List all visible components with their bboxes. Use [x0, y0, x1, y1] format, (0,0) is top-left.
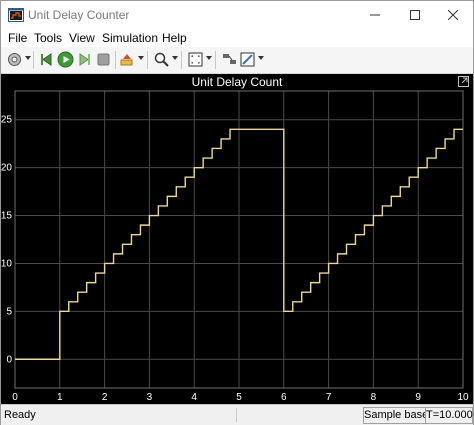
minimize-icon	[370, 14, 380, 16]
y-tick-label: 20	[1, 163, 12, 174]
zoom-dropdown-icon[interactable]	[172, 56, 178, 60]
plot-title: Unit Delay Count	[191, 75, 283, 89]
y-tick-label: 0	[6, 354, 12, 365]
toolbar-separator	[147, 51, 148, 69]
x-tick-label: 9	[415, 392, 421, 403]
toolbar-separator	[33, 51, 34, 69]
x-tick-label: 8	[371, 392, 377, 403]
x-tick-label: 5	[236, 392, 242, 403]
menu-simulation[interactable]: Simulation	[102, 31, 158, 45]
toolbar-separator	[115, 51, 116, 69]
highlight-dropdown-icon[interactable]	[138, 56, 144, 60]
step-back-icon[interactable]	[38, 51, 55, 68]
y-tick-label: 10	[1, 258, 12, 269]
undock-icon[interactable]	[458, 76, 469, 87]
x-tick-label: 2	[102, 392, 108, 403]
menu-help[interactable]: Help	[162, 31, 187, 45]
scope-display[interactable]: 0 1 2 3 4 5 6 7 8 9 10 0 5 10 15 20 25 Unit Delay Count	[1, 74, 473, 404]
menu-tools[interactable]: Tools	[34, 31, 62, 45]
y-tick-label: 25	[1, 115, 12, 126]
zoom-icon[interactable]	[153, 51, 170, 68]
status-sample-mode: Sample based	[363, 407, 434, 424]
x-tick-label: 0	[12, 392, 18, 403]
x-tick-label: 10	[457, 392, 469, 403]
status-bar: Ready Sample based T=10.000	[1, 404, 473, 425]
toolbar-separator	[181, 51, 182, 69]
menu-file[interactable]: File	[8, 31, 27, 45]
close-button[interactable]	[433, 1, 473, 29]
style-icon[interactable]	[239, 51, 256, 68]
y-tick-label: 15	[1, 211, 12, 222]
highlight-icon[interactable]	[119, 51, 136, 68]
run-icon[interactable]	[57, 51, 74, 68]
status-divider	[236, 408, 237, 422]
fit-axes-icon[interactable]	[187, 51, 204, 68]
window-title: Unit Delay Counter	[28, 8, 130, 22]
y-tick-label: 5	[6, 306, 12, 317]
toolbar-separator	[215, 51, 216, 69]
fit-axes-dropdown-icon[interactable]	[206, 56, 212, 60]
stop-icon[interactable]	[95, 51, 112, 68]
cursor-icon[interactable]	[221, 51, 238, 68]
scope-plot[interactable]: 0 1 2 3 4 5 6 7 8 9 10 0 5 10 15 20 25	[1, 74, 473, 404]
menu-bar: File Tools View Simulation Help	[1, 29, 473, 47]
maximize-icon	[410, 10, 420, 20]
style-dropdown-icon[interactable]	[258, 56, 264, 60]
settings-dropdown-icon[interactable]	[25, 56, 31, 60]
maximize-button[interactable]	[395, 1, 435, 29]
x-tick-label: 7	[326, 392, 332, 403]
x-tick-label: 4	[191, 392, 197, 403]
simulink-scope-icon	[8, 8, 24, 22]
scope-window: Unit Delay Counter File Tools View Simul…	[0, 0, 474, 425]
x-tick-label: 3	[147, 392, 153, 403]
x-tick-label: 6	[281, 392, 287, 403]
settings-icon[interactable]	[6, 51, 23, 68]
title-bar[interactable]: Unit Delay Counter	[1, 1, 473, 29]
menu-view[interactable]: View	[69, 31, 95, 45]
status-sim-time: T=10.000	[425, 407, 473, 424]
status-ready: Ready	[4, 409, 36, 421]
step-forward-icon[interactable]	[76, 51, 93, 68]
toolbar	[1, 47, 473, 74]
minimize-button[interactable]	[355, 1, 395, 29]
close-icon	[448, 10, 458, 20]
x-tick-label: 1	[57, 392, 63, 403]
